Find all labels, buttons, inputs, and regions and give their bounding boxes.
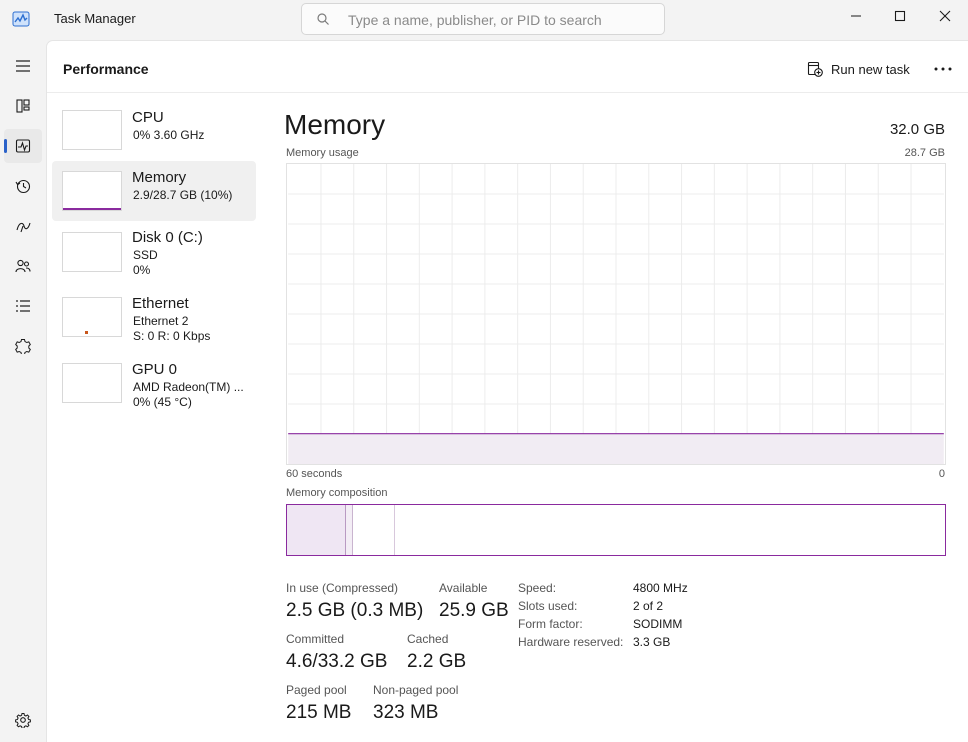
device-name: Disk 0 (C:) [132,229,203,246]
slots-used-key: Slots used: [518,599,578,613]
form-factor-value: SODIMM [633,617,683,631]
users-icon [15,259,31,273]
cpu-thumbnail-graph [62,110,122,150]
nav-settings[interactable] [4,703,42,737]
run-new-task-label: Run new task [831,61,910,77]
close-icon [939,10,951,22]
search-icon [317,13,329,25]
more-options-button[interactable] [931,59,955,79]
non-paged-pool-value: 323 MB [373,702,439,723]
startup-icon [16,222,31,233]
hamburger-icon [16,60,30,72]
main-panel: Performance Run new task CPU 0% 3.60 GHz… [46,40,968,742]
memory-composition-bar [286,504,946,556]
device-detail: 2.9/28.7 GB (10%) [133,188,233,202]
device-detail: Ethernet 2 [133,314,189,328]
memory-composition-label: Memory composition [286,487,388,499]
run-task-icon [807,61,823,77]
nav-app-history[interactable] [4,169,42,203]
device-name: CPU [132,109,164,126]
device-item-disk[interactable]: Disk 0 (C:) SSD 0% [52,224,256,284]
speed-value: 4800 MHz [633,581,688,595]
memory-usage-max: 28.7 GB [904,147,945,159]
device-name: Memory [132,169,187,186]
paged-pool-value: 215 MB [286,702,352,723]
nav-performance[interactable] [4,129,42,163]
services-gear-icon [15,339,31,354]
memory-total: 32.0 GB [889,121,945,138]
processes-icon [16,99,30,113]
run-new-task-button[interactable]: Run new task [807,59,910,79]
device-item-gpu[interactable]: GPU 0 AMD Radeon(TM) ... 0% (45 °C) [52,356,256,416]
form-factor-key: Form factor: [518,617,583,631]
nav-processes[interactable] [4,89,42,123]
search-input[interactable] [348,10,648,30]
device-item-ethernet[interactable]: Ethernet Ethernet 2 S: 0 R: 0 Kbps [52,290,256,350]
paged-pool-label: Paged pool [286,683,347,697]
slots-used-value: 2 of 2 [633,599,664,613]
nav-users[interactable] [4,249,42,283]
page-header: Performance Run new task [47,41,968,93]
time-span-label: 60 seconds [286,468,343,480]
memory-thumbnail-line [63,208,121,210]
device-detail: AMD Radeon(TM) ... [133,380,244,394]
disk-thumbnail-graph [62,232,122,272]
composition-in-use [287,505,346,555]
memory-usage-area [288,433,944,464]
device-item-cpu[interactable]: CPU 0% 3.60 GHz [52,104,256,164]
hamburger-menu-button[interactable] [4,49,42,83]
device-detail: S: 0 R: 0 Kbps [133,329,211,343]
composition-standby [353,505,395,555]
cached-label: Cached [407,632,449,646]
hardware-reserved-value: 3.3 GB [633,635,671,649]
available-label: Available [439,581,488,595]
hardware-reserved-key: Hardware reserved: [518,635,624,649]
details-list-icon [16,300,30,312]
ethernet-activity-mark [85,331,88,334]
settings-gear-icon [15,713,31,728]
nav-details[interactable] [4,289,42,323]
committed-label: Committed [286,632,345,646]
title-bar: Task Manager [0,0,968,40]
non-paged-pool-label: Non-paged pool [373,683,459,697]
available-value: 25.9 GB [439,600,509,621]
history-icon [15,179,31,194]
more-ellipsis-icon [934,67,952,71]
search-box[interactable] [301,3,665,35]
maximize-icon [894,10,906,22]
task-manager-icon [12,11,30,27]
device-detail: 0% [133,263,151,277]
page-title: Performance [63,61,149,77]
device-name: Ethernet [132,295,189,312]
cached-value: 2.2 GB [407,651,467,672]
app-title: Task Manager [54,11,136,26]
in-use-value: 2.5 GB (0.3 MB) [286,600,424,621]
memory-usage-graph [286,163,946,465]
minimize-icon [851,15,861,17]
navigation-rail [0,40,46,742]
in-use-label: In use (Compressed) [286,581,399,595]
minimize-button[interactable] [833,0,879,32]
nav-services[interactable] [4,329,42,363]
device-detail: 0% 3.60 GHz [133,128,205,142]
axis-zero-label: 0 [938,468,945,480]
device-detail: 0% (45 °C) [133,395,192,409]
device-name: GPU 0 [132,361,178,378]
device-detail: SSD [133,248,158,262]
gpu-thumbnail-graph [62,363,122,403]
maximize-button[interactable] [877,0,923,32]
device-item-memory[interactable]: Memory 2.9/28.7 GB (10%) [52,161,256,221]
performance-icon [15,139,31,153]
memory-title: Memory [284,109,386,140]
composition-modified [345,505,354,555]
memory-thumbnail-graph [62,171,122,211]
composition-free [394,505,945,555]
memory-usage-label: Memory usage [286,147,359,159]
nav-startup-apps[interactable] [4,209,42,243]
close-button[interactable] [922,0,968,32]
graph-grid [288,164,944,464]
speed-key: Speed: [518,581,557,595]
ethernet-thumbnail-graph [62,297,122,337]
committed-value: 4.6/33.2 GB [286,651,388,672]
